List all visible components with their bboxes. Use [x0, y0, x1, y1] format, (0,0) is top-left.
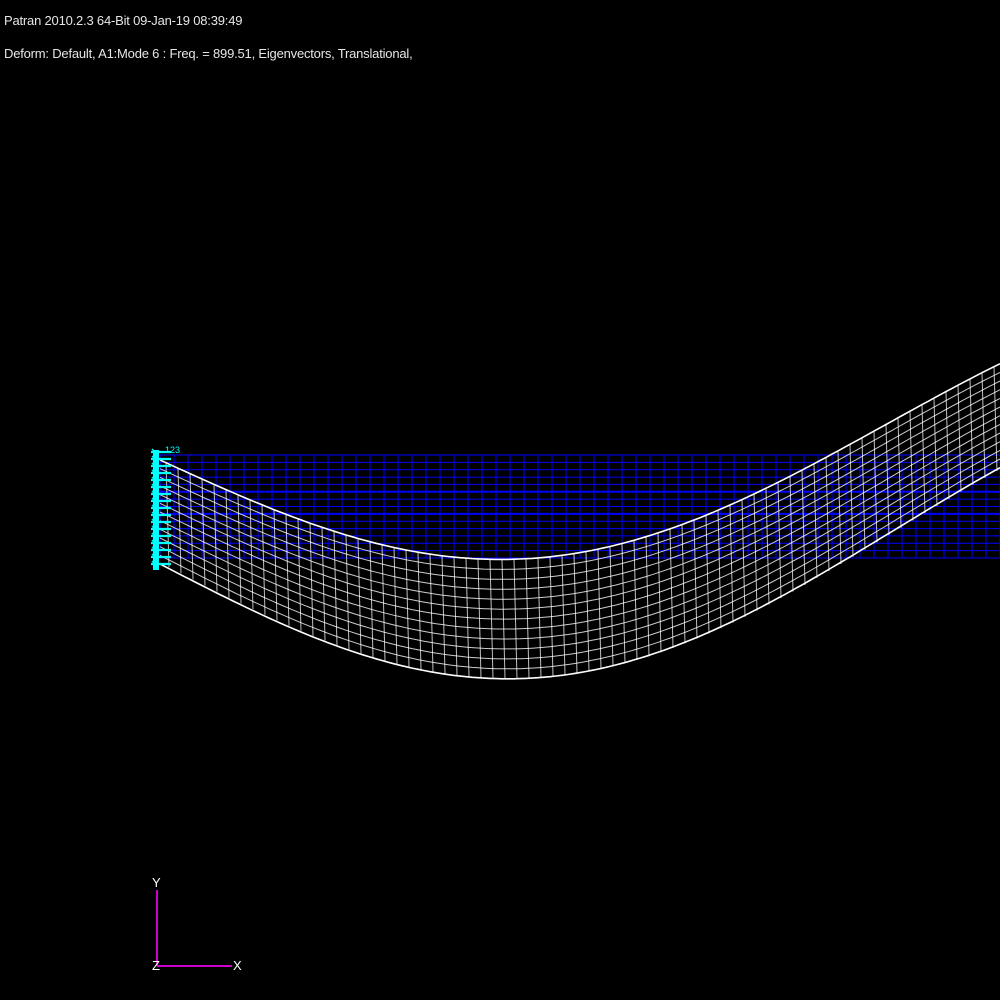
triad-y-label: Y: [152, 875, 161, 890]
triad-z-label: Z: [152, 958, 160, 973]
constraint-label: 123: [165, 445, 180, 455]
coordinate-triad: Y Z X: [152, 875, 242, 973]
graphics-viewport[interactable]: 123 Y Z X: [0, 0, 1000, 1000]
fixed-constraint-markers: 123: [151, 445, 180, 570]
triad-x-label: X: [233, 958, 242, 973]
